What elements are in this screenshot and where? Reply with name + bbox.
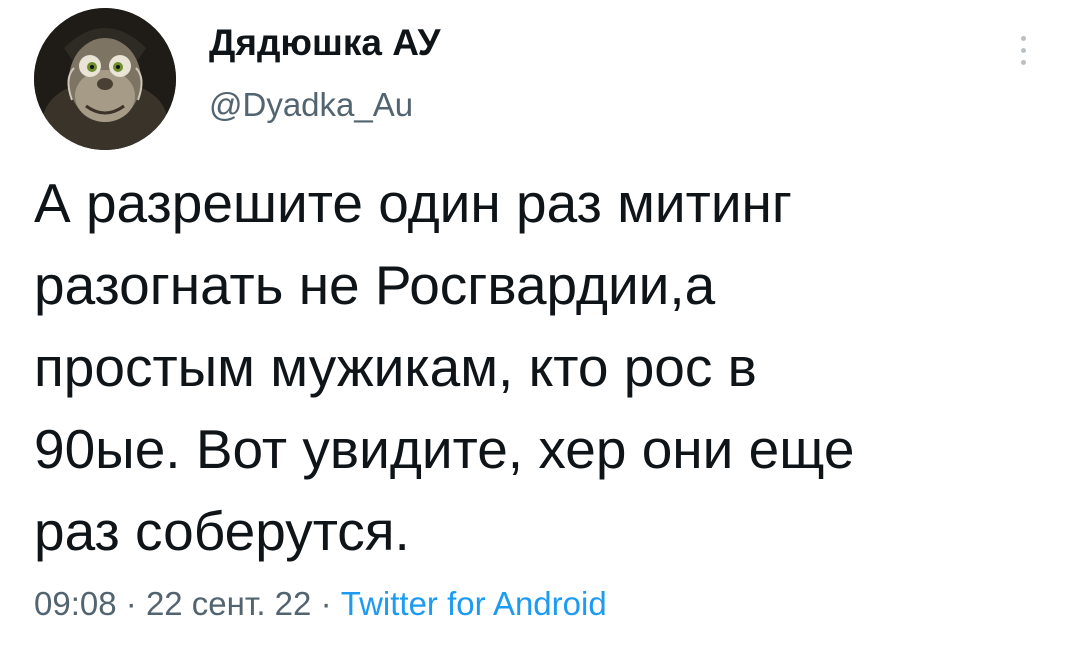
- tweet-text-line: А разрешите один раз митинг: [34, 172, 792, 234]
- tweet-text-line: разогнать не Росгвардии,а: [34, 254, 716, 316]
- more-vertical-icon-dot: [1020, 59, 1026, 65]
- avatar[interactable]: [34, 8, 176, 150]
- more-options-button[interactable]: [1006, 20, 1040, 80]
- tweet-text-line: 90ые. Вот увидите, хер они еще: [34, 418, 855, 480]
- avatar-image: [34, 8, 176, 150]
- more-vertical-icon: [1020, 35, 1026, 41]
- tweet-text-line: раз соберутся.: [34, 500, 410, 562]
- meta-separator: ·: [320, 585, 332, 622]
- tweet-meta: 09:08 · 22 сент. 22 · Twitter for Androi…: [34, 585, 607, 623]
- tweet-date[interactable]: 22 сент. 22: [146, 585, 311, 622]
- more-vertical-icon-dot: [1020, 47, 1026, 53]
- author-handle[interactable]: @Dyadka_Au: [209, 86, 413, 124]
- tweet-text-line: простым мужикам, кто рос в: [34, 336, 757, 398]
- author-display-name[interactable]: Дядюшка АУ: [209, 22, 441, 64]
- meta-separator: ·: [125, 585, 137, 622]
- tweet-time[interactable]: 09:08: [34, 585, 117, 622]
- tweet-text: А разрешите один раз митинг разогнать не…: [34, 162, 1044, 572]
- tweet-source-link[interactable]: Twitter for Android: [341, 585, 607, 622]
- tweet-card: Дядюшка АУ @Dyadka_Au А разрешите один р…: [0, 0, 1080, 658]
